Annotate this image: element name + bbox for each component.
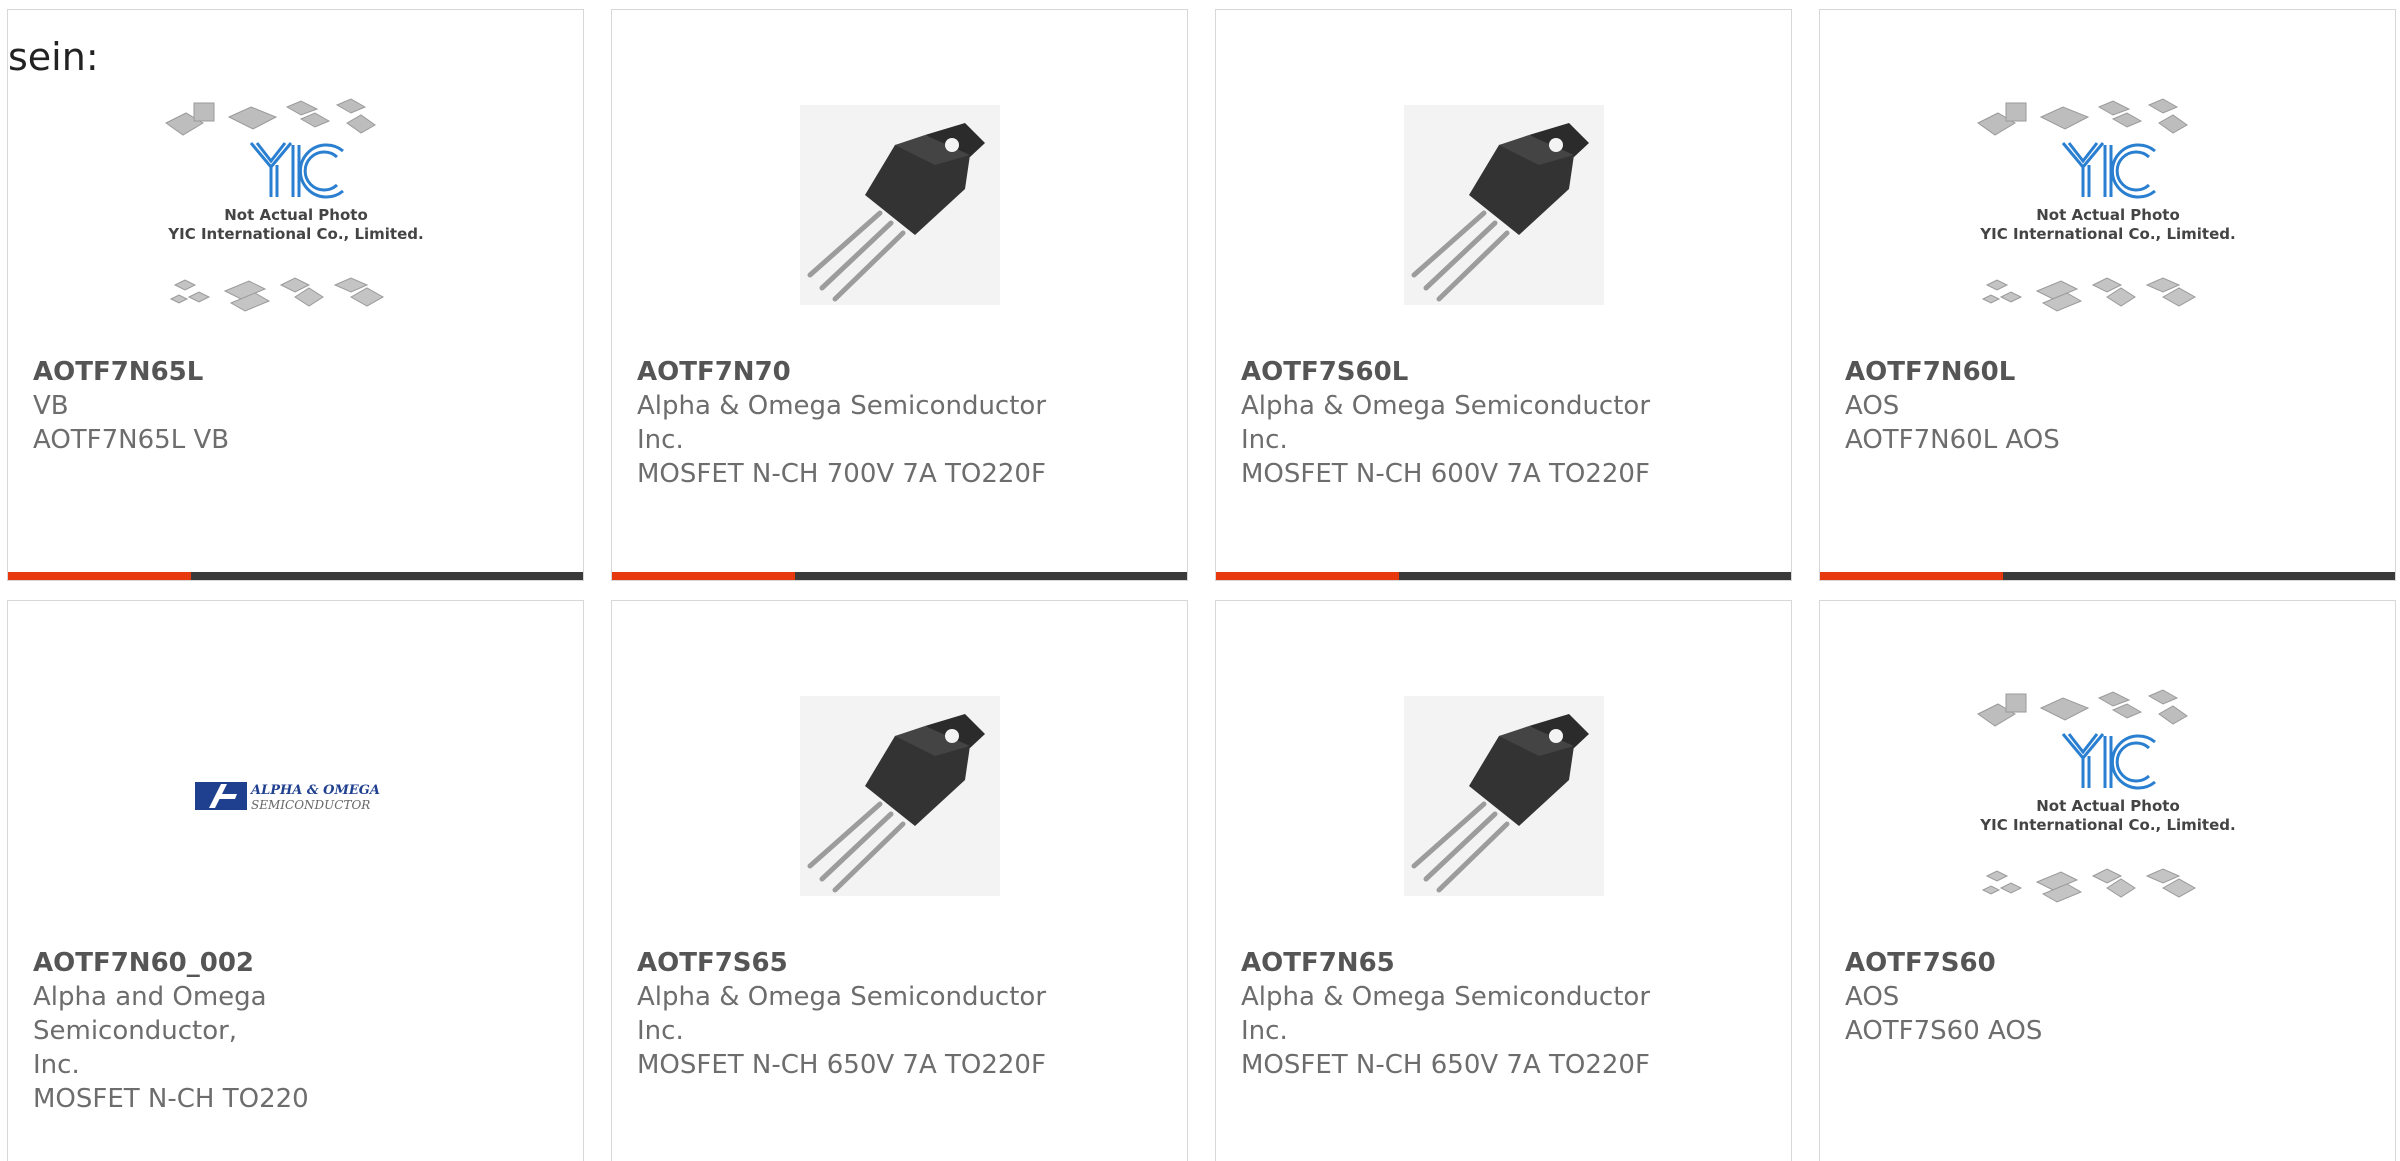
product-card[interactable]: AOTF7S60L Alpha & Omega Semiconductor In… [1215, 9, 1792, 581]
product-description: MOSFET N-CH 650V 7A TO220F [1241, 1050, 1650, 1080]
product-info: AOTF7N65L VB AOTF7N65L VB [33, 355, 473, 457]
product-card[interactable]: Not Actual Photo YIC International Co., … [7, 9, 584, 581]
product-card[interactable]: AOTF7N65 Alpha & Omega Semiconductor Inc… [1215, 600, 1792, 1161]
product-info: AOTF7N60_002 Alpha and Omega Semiconduct… [33, 946, 473, 1116]
manufacturer-line: Inc. [1241, 425, 1288, 455]
product-card[interactable]: AOTF7N70 Alpha & Omega Semiconductor Inc… [611, 9, 1188, 581]
manufacturer-line: Inc. [33, 1050, 80, 1080]
card-footer-bar [8, 572, 583, 580]
manufacturer-line: Alpha and Omega Semiconductor, [33, 982, 267, 1046]
product-description: MOSFET N-CH 650V 7A TO220F [637, 1050, 1046, 1080]
part-number-link[interactable]: AOTF7S65 [637, 946, 1077, 980]
part-number-link[interactable]: AOTF7N60_002 [33, 946, 473, 980]
card-footer-accent [1216, 572, 1399, 580]
card-footer-bar [612, 572, 1187, 580]
product-card[interactable]: ALPHA & OMEGA SEMICONDUCTOR AOTF7N60_002… [7, 600, 584, 1161]
manufacturer-line: Inc. [1241, 1016, 1288, 1046]
product-description: AOTF7N65L VB [33, 425, 230, 455]
product-image[interactable]: Not Actual Photo YIC International Co., … [8, 55, 583, 355]
product-info: AOTF7N70 Alpha & Omega Semiconductor Inc… [637, 355, 1077, 491]
product-info: AOTF7S65 Alpha & Omega Semiconductor Inc… [637, 946, 1077, 1082]
product-info: AOTF7N60L AOS AOTF7N60L AOS [1845, 355, 2285, 457]
manufacturer-line: AOS [1845, 391, 1900, 421]
section-heading: sein: [8, 35, 99, 79]
card-footer-bar [1216, 572, 1791, 580]
product-grid-page: sein: Not Actual Photo YIC International… [0, 0, 2400, 1161]
to220f-package-image [1369, 676, 1639, 916]
product-image[interactable] [612, 55, 1187, 355]
product-description: MOSFET N-CH 700V 7A TO220F [637, 459, 1046, 489]
placeholder-caption-line2: YIC International Co., Limited. [1979, 816, 2235, 834]
product-description: AOTF7N60L AOS [1845, 425, 2060, 455]
placeholder-image: Not Actual Photo YIC International Co., … [161, 85, 431, 325]
product-card[interactable]: AOTF7S65 Alpha & Omega Semiconductor Inc… [611, 600, 1188, 1161]
product-description: MOSFET N-CH 600V 7A TO220F [1241, 459, 1650, 489]
card-footer-accent [1820, 572, 2003, 580]
placeholder-caption-line1: Not Actual Photo [2036, 797, 2180, 815]
placeholder-caption-line2: YIC International Co., Limited. [1979, 225, 2235, 243]
product-image[interactable]: ALPHA & OMEGA SEMICONDUCTOR [8, 646, 583, 946]
to220f-package-image [1369, 85, 1639, 325]
card-footer-bar [1820, 572, 2395, 580]
placeholder-caption-line1: Not Actual Photo [224, 206, 368, 224]
manufacturer-line: Alpha & Omega Semiconductor [1241, 391, 1651, 421]
product-info: AOTF7S60 AOS AOTF7S60 AOS [1845, 946, 2285, 1048]
manufacturer-line: Alpha & Omega Semiconductor [637, 982, 1047, 1012]
to220f-package-image [765, 676, 1035, 916]
manufacturer-line: Alpha & Omega Semiconductor [637, 391, 1047, 421]
product-image[interactable]: Not Actual Photo YIC International Co., … [1820, 646, 2395, 946]
product-card[interactable]: Not Actual Photo YIC International Co., … [1819, 600, 2396, 1161]
part-number-link[interactable]: AOTF7N65 [1241, 946, 1681, 980]
card-footer-accent [8, 572, 191, 580]
product-info: AOTF7N65 Alpha & Omega Semiconductor Inc… [1241, 946, 1681, 1082]
product-image[interactable]: Not Actual Photo YIC International Co., … [1820, 55, 2395, 355]
product-description: AOTF7S60 AOS [1845, 1016, 2043, 1046]
placeholder-caption-line1: Not Actual Photo [2036, 206, 2180, 224]
product-image[interactable] [612, 646, 1187, 946]
product-image[interactable] [1216, 55, 1791, 355]
to220f-package-image [765, 85, 1035, 325]
manufacturer-logo-image: ALPHA & OMEGA SEMICONDUCTOR [161, 676, 431, 916]
manufacturer-line: Inc. [637, 1016, 684, 1046]
manufacturer-line: AOS [1845, 982, 1900, 1012]
manufacturer-line: Inc. [637, 425, 684, 455]
aos-logo-line1: ALPHA & OMEGA [249, 783, 380, 798]
placeholder-image: Not Actual Photo YIC International Co., … [1973, 676, 2243, 916]
card-footer-accent [612, 572, 795, 580]
placeholder-image: Not Actual Photo YIC International Co., … [1973, 85, 2243, 325]
manufacturer-line: Alpha & Omega Semiconductor [1241, 982, 1651, 1012]
manufacturer-line: VB [33, 391, 69, 421]
product-card[interactable]: Not Actual Photo YIC International Co., … [1819, 9, 2396, 581]
product-image[interactable] [1216, 646, 1791, 946]
product-info: AOTF7S60L Alpha & Omega Semiconductor In… [1241, 355, 1681, 491]
part-number-link[interactable]: AOTF7S60L [1241, 355, 1681, 389]
aos-logo-line2: SEMICONDUCTOR [251, 798, 370, 812]
part-number-link[interactable]: AOTF7N60L [1845, 355, 2285, 389]
part-number-link[interactable]: AOTF7S60 [1845, 946, 2285, 980]
product-description: MOSFET N-CH TO220 [33, 1084, 309, 1114]
part-number-link[interactable]: AOTF7N65L [33, 355, 473, 389]
placeholder-caption-line2: YIC International Co., Limited. [167, 225, 423, 243]
part-number-link[interactable]: AOTF7N70 [637, 355, 1077, 389]
